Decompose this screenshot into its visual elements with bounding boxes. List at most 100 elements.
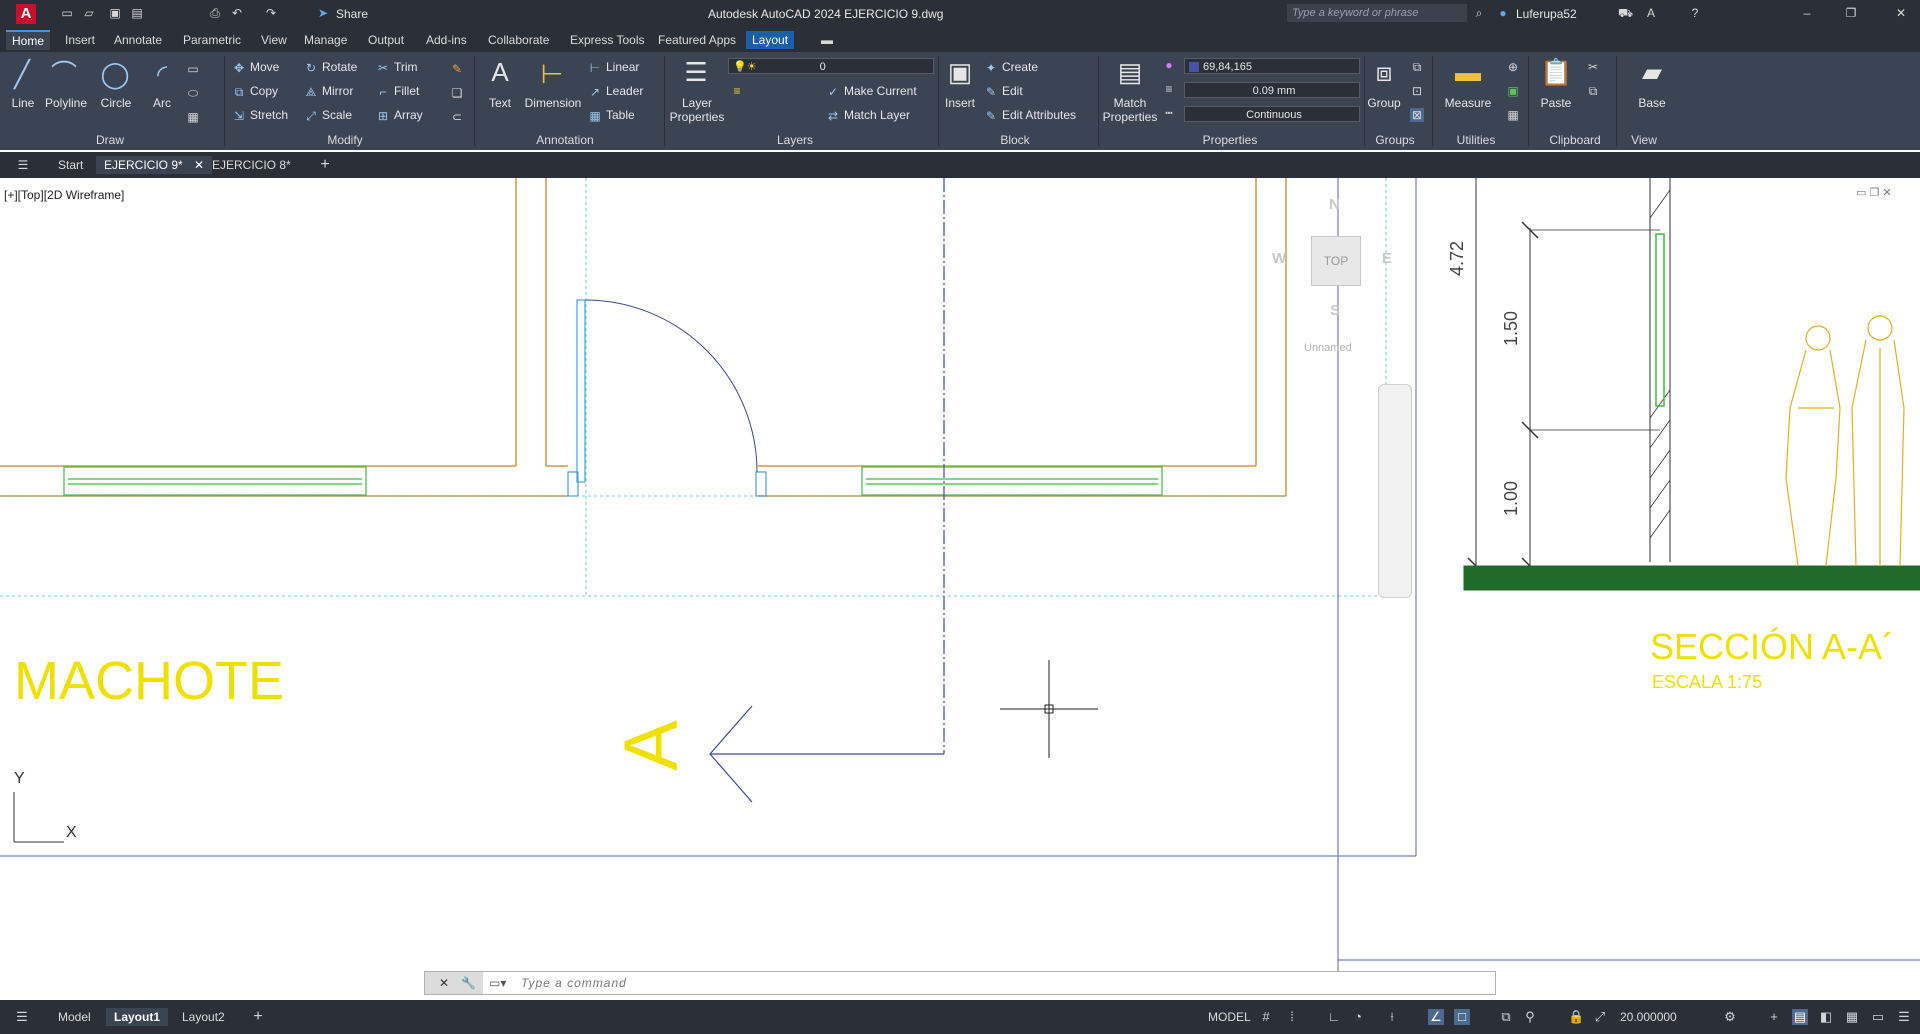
dimension-icon[interactable]: ⊢ <box>536 58 568 90</box>
menu-icon[interactable]: ☰ <box>16 158 30 172</box>
arc-icon[interactable]: ◜ <box>146 58 178 90</box>
polar-icon[interactable]: ◔ <box>1350 1009 1366 1025</box>
compass-north[interactable]: N <box>1329 196 1340 213</box>
base-view-icon[interactable]: ▰ <box>1636 56 1668 88</box>
annotation-panel-title[interactable]: Annotation <box>520 132 610 148</box>
erase-icon[interactable]: ✎ <box>450 62 464 76</box>
block-panel-title[interactable]: Block <box>990 132 1040 148</box>
command-history-icon[interactable]: ▭▾ <box>489 976 506 990</box>
share-button[interactable]: Share <box>336 7 368 21</box>
linear-button[interactable]: ⊢ Linear <box>588 60 640 75</box>
share-icon[interactable]: ➤ <box>316 6 330 20</box>
layer-dropdown[interactable]: 💡☀ 0 <box>728 58 934 74</box>
view-panel-title[interactable]: View <box>1624 132 1664 148</box>
layer-properties-button[interactable]: Layer Properties <box>666 96 728 124</box>
plot-icon[interactable]: ⎙ <box>208 6 222 20</box>
isodraft-icon[interactable]: ⟊ <box>1384 1009 1400 1025</box>
model-space-toggle[interactable]: MODEL <box>1200 1008 1259 1026</box>
viewport-window-controls[interactable]: ▭ ❐ ✕ <box>1856 186 1892 199</box>
tab-addins[interactable]: Add-ins <box>420 31 473 49</box>
draw-panel-title[interactable]: Draw <box>70 132 150 148</box>
cart-icon[interactable]: ⛟ <box>1618 6 1633 20</box>
command-line[interactable]: ✕ 🔧 ▭▾ Type a command <box>424 971 1496 995</box>
leader-button[interactable]: ↗ Leader <box>588 84 643 99</box>
measure-icon[interactable]: ▬ <box>1452 56 1484 88</box>
stretch-button[interactable]: ⇲ Stretch <box>232 108 288 123</box>
select-all-icon[interactable]: ▣ <box>1506 84 1520 98</box>
tab-view[interactable]: View <box>255 31 293 49</box>
dimension-button[interactable]: Dimension <box>520 96 586 110</box>
tab-manage[interactable]: Manage <box>298 31 353 49</box>
layers-panel-title[interactable]: Layers <box>760 132 830 148</box>
ortho-icon[interactable]: ∟ <box>1326 1009 1342 1025</box>
close-icon[interactable]: ✕ <box>1894 6 1908 20</box>
measure-button[interactable]: Measure <box>1440 96 1496 110</box>
tab-annotate[interactable]: Annotate <box>108 31 168 49</box>
customization-icon[interactable]: ☰ <box>1896 1009 1912 1025</box>
viewcube-top-face[interactable]: TOP <box>1311 236 1361 286</box>
user-name[interactable]: Luferupa52 <box>1516 7 1577 21</box>
arc-button[interactable]: Arc <box>146 96 178 110</box>
hardware-acceleration-icon[interactable]: ▦ <box>1844 1009 1860 1025</box>
compass-south[interactable]: S <box>1330 302 1340 319</box>
add-icon[interactable]: + <box>1766 1009 1782 1025</box>
close-command-icon[interactable]: ✕ <box>439 976 449 990</box>
tab-layout[interactable]: Layout <box>746 31 795 49</box>
drawing-canvas[interactable]: [+][Top][2D Wireframe] MACHOTE A SECCIÓN… <box>0 178 1920 998</box>
user-icon[interactable]: ● <box>1496 6 1510 20</box>
polyline-icon[interactable]: ⌒ <box>48 58 80 90</box>
doc-tab-ejercicio8[interactable]: EJERCICIO 8* <box>204 156 299 174</box>
paste-icon[interactable]: 📋 <box>1540 56 1572 88</box>
tab-parametric[interactable]: Parametric <box>177 31 247 49</box>
annotation-visibility-icon[interactable]: ⚲ <box>1522 1009 1538 1025</box>
color-dropdown[interactable]: 69,84,165 <box>1184 58 1360 74</box>
copy-clip-icon[interactable]: ⧉ <box>1586 84 1600 98</box>
save-icon[interactable]: ▣ <box>108 6 122 20</box>
undo-icon[interactable]: ↶ <box>230 6 244 20</box>
snap-icon[interactable]: ⁞ <box>1284 1009 1300 1025</box>
insert-block-icon[interactable]: ▣ <box>944 56 976 88</box>
open-folder-icon[interactable]: ▱ <box>82 6 96 20</box>
command-input[interactable]: Type a command <box>521 976 627 990</box>
rectangle-icon[interactable]: ▭ <box>186 62 200 76</box>
trim-button[interactable]: ✂ Trim <box>376 60 418 75</box>
match-properties-button[interactable]: Match Properties <box>1100 96 1160 124</box>
navigation-bar[interactable] <box>1378 384 1412 598</box>
close-tab-icon[interactable]: ✕ <box>194 158 204 172</box>
group-edit-icon[interactable]: ⊡ <box>1410 84 1424 98</box>
autocad-logo[interactable]: A <box>16 4 36 24</box>
edit-block-button[interactable]: ✎ Edit <box>984 84 1023 99</box>
paste-button[interactable]: Paste <box>1536 96 1576 110</box>
base-button[interactable]: Base <box>1632 96 1672 110</box>
group-button[interactable]: Group <box>1364 96 1404 110</box>
clipboard-panel-title[interactable]: Clipboard <box>1540 132 1610 148</box>
object-snap-tracking-icon[interactable]: ∠ <box>1428 1009 1444 1025</box>
layout-menu-icon[interactable]: ☰ <box>14 1009 30 1025</box>
insert-button[interactable]: Insert <box>940 96 980 110</box>
match-layer-button[interactable]: ⇄ Match Layer <box>826 108 910 123</box>
circle-icon[interactable]: ◯ <box>99 58 131 90</box>
polyline-button[interactable]: Polyline <box>42 96 90 110</box>
group-icon[interactable]: ⧈ <box>1368 56 1400 88</box>
object-snap-icon[interactable]: □ <box>1454 1009 1470 1025</box>
quick-select-icon[interactable]: ⊕ <box>1506 60 1520 74</box>
rotate-button[interactable]: ↻ Rotate <box>304 60 357 75</box>
ucs-menu[interactable]: Unnamed <box>1304 342 1352 354</box>
minimize-icon[interactable]: – <box>1800 6 1814 20</box>
doc-tab-ejercicio9[interactable]: EJERCICIO 9* ✕ <box>96 156 213 174</box>
isolate-objects-icon[interactable]: ◧ <box>1818 1009 1834 1025</box>
offset-icon[interactable]: ⊂ <box>450 110 464 124</box>
linetype-dropdown[interactable]: Continuous <box>1184 106 1360 122</box>
calculator-icon[interactable]: ▦ <box>1506 108 1520 122</box>
scale-button[interactable]: ⤢ Scale <box>304 108 352 123</box>
lineweight-dropdown[interactable]: 0.09 mm <box>1184 82 1360 98</box>
restore-icon[interactable]: ❐ <box>1844 6 1858 20</box>
text-button[interactable]: Text <box>482 96 518 110</box>
tab-featured-apps[interactable]: Featured Apps <box>652 31 742 49</box>
new-layout-icon[interactable]: + <box>250 1009 266 1025</box>
tab-collaborate[interactable]: Collaborate <box>482 31 555 49</box>
hatch-icon[interactable]: ▦ <box>186 110 200 124</box>
layer-properties-icon[interactable]: ☰ <box>680 56 712 88</box>
layout1-tab[interactable]: Layout1 <box>106 1008 169 1026</box>
new-file-icon[interactable]: ▭ <box>60 6 74 20</box>
